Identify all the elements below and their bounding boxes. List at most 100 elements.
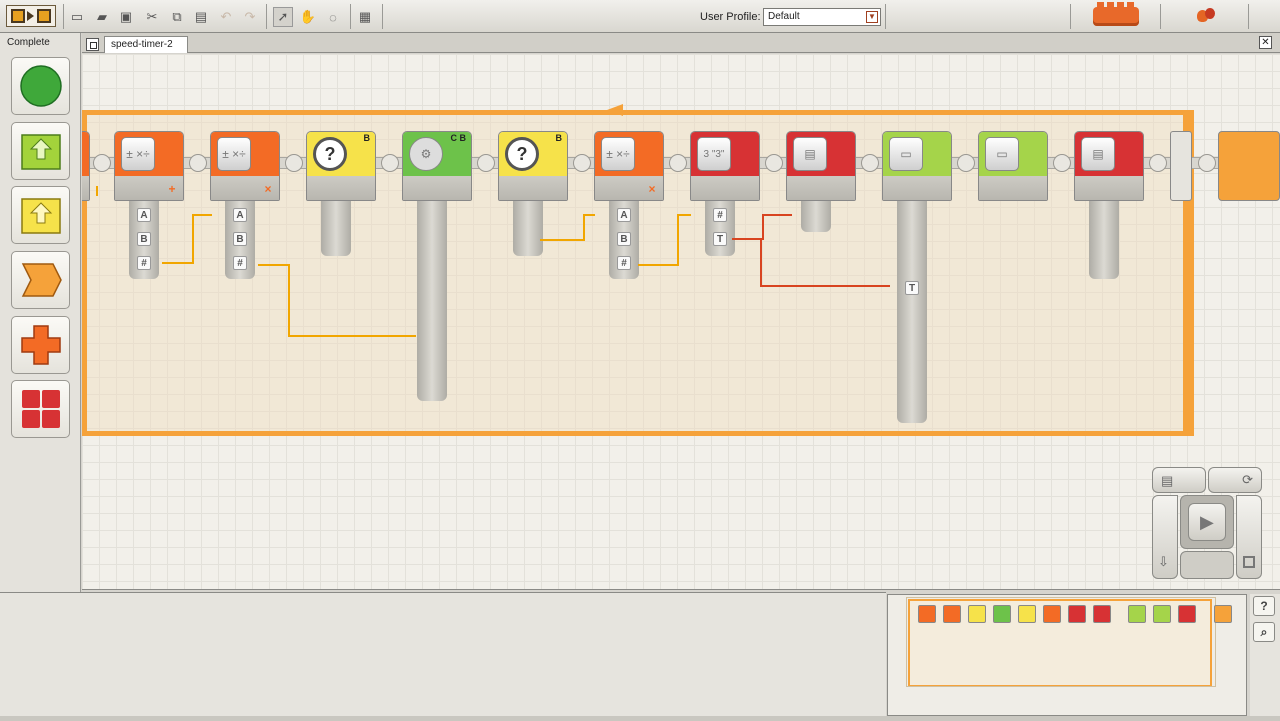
nxt-window-button[interactable]: ▤	[1152, 467, 1206, 493]
tab-speed-timer-2[interactable]: speed-timer-2	[104, 36, 188, 53]
new-file-icon[interactable]: ▭	[67, 7, 87, 27]
program-canvas[interactable]: ± ×÷ + A B # ± ×÷ × A B # ? B ⚙ C B ? B …	[82, 54, 1280, 590]
help-button[interactable]: ?	[1253, 596, 1275, 616]
port-label: B	[555, 133, 563, 143]
save-icon[interactable]: ▣	[116, 7, 136, 27]
program-overview-map[interactable]	[887, 594, 1247, 716]
text-wire[interactable]	[762, 214, 792, 216]
toolbar-divider	[266, 4, 267, 29]
download-and-run-button[interactable]: ▶	[1188, 503, 1226, 541]
comment-tool-icon[interactable]: ◌	[323, 7, 343, 27]
motor-data-hub[interactable]	[417, 201, 447, 401]
pan-tool-icon[interactable]: ✋	[298, 7, 318, 27]
data-wire[interactable]	[677, 214, 679, 266]
data-wire[interactable]	[583, 214, 585, 241]
file-data-hub[interactable]	[801, 201, 831, 232]
text-wire[interactable]	[732, 238, 762, 240]
display-block[interactable]: ▭	[882, 131, 952, 201]
undo-icon[interactable]: ↶	[216, 7, 236, 27]
file-data-hub[interactable]	[1089, 201, 1119, 279]
data-wire[interactable]	[638, 264, 678, 266]
overview-block	[1128, 605, 1146, 623]
file-access-block[interactable]: ▤	[1074, 131, 1144, 201]
download-icon: ⇩	[1158, 554, 1169, 569]
display-data-hub[interactable]	[897, 201, 927, 423]
data-wire[interactable]	[258, 264, 288, 266]
advanced-blocks-category[interactable]	[11, 380, 70, 438]
sensor-data-hub[interactable]	[321, 201, 351, 256]
home-tab-icon[interactable]	[86, 38, 99, 51]
gear-icon: ⚙	[409, 137, 443, 171]
custom-palette-icon[interactable]: ▦	[355, 7, 375, 27]
beam-connector	[477, 154, 495, 172]
open-folder-icon[interactable]: ▰	[92, 7, 112, 27]
nxt-window-icon: ▤	[1161, 473, 1174, 488]
input-a-icon: A	[137, 208, 151, 222]
data-wire[interactable]	[96, 186, 98, 196]
zoom-magnifier-icon[interactable]: ⌕	[1253, 622, 1275, 642]
cut-icon[interactable]: ✂	[142, 7, 162, 27]
text-wire[interactable]	[762, 214, 764, 240]
beam-connector	[189, 154, 207, 172]
grid-icon	[21, 390, 60, 428]
math-block-partial[interactable]	[82, 131, 90, 201]
overview-block	[993, 605, 1011, 623]
result-number-icon: #	[233, 256, 247, 270]
input-b-icon: B	[233, 232, 247, 246]
overview-block	[1214, 605, 1232, 623]
loop-end-block[interactable]	[1170, 131, 1192, 201]
overview-block	[1093, 605, 1111, 623]
data-wire[interactable]	[288, 264, 290, 336]
toolbar-divider	[1248, 4, 1249, 29]
display-block[interactable]: ▭	[978, 131, 1048, 201]
wait-block-partial[interactable]	[1218, 131, 1280, 201]
multiply-icon: ×	[648, 182, 656, 196]
math-icon: ± ×÷	[121, 137, 155, 171]
toolbar-divider	[63, 4, 64, 29]
toolbar-divider	[382, 4, 383, 29]
copy-icon[interactable]: ⧉	[167, 7, 187, 27]
close-icon[interactable]: ✕	[1259, 36, 1272, 49]
data-wire[interactable]	[192, 214, 194, 264]
input-a-icon: A	[233, 208, 247, 222]
mindstorms-logo[interactable]	[6, 5, 56, 27]
overview-block	[1068, 605, 1086, 623]
math-block[interactable]: ± ×÷ ×	[210, 131, 280, 201]
common-blocks-category[interactable]	[11, 57, 70, 115]
data-wire[interactable]	[192, 214, 212, 216]
rotation-sensor-block[interactable]: ? B	[306, 131, 376, 201]
data-wire[interactable]	[677, 214, 691, 216]
action-blocks-category[interactable]	[11, 122, 70, 180]
sensor-data-hub[interactable]	[513, 201, 543, 256]
download-button[interactable]: ⇩	[1152, 495, 1178, 579]
text-wire[interactable]	[760, 238, 762, 286]
file-icon: ▤	[1081, 137, 1115, 171]
data-wire[interactable]	[162, 262, 194, 264]
data-wire[interactable]	[288, 335, 416, 337]
port-label: C B	[450, 133, 467, 143]
user-profile-select[interactable]: Default ▼	[763, 8, 881, 26]
flow-blocks-category[interactable]	[11, 251, 70, 309]
rotation-sensor-block[interactable]: ? B	[498, 131, 568, 201]
redo-icon[interactable]: ↷	[240, 7, 260, 27]
stop-button[interactable]	[1236, 495, 1262, 579]
chevron-down-icon[interactable]: ▼	[866, 11, 878, 23]
nxt-brick-icon[interactable]	[1093, 2, 1139, 26]
beam-connector	[1149, 154, 1167, 172]
math-block[interactable]: ± ×÷ ×	[594, 131, 664, 201]
data-wire[interactable]	[583, 214, 595, 216]
help-question-label: ?	[1260, 599, 1268, 613]
file-access-block[interactable]: ▤	[786, 131, 856, 201]
data-blocks-category[interactable]	[11, 316, 70, 374]
pointer-tool-icon[interactable]: ➚	[273, 7, 293, 27]
download-and-run-selected-button[interactable]: ⟳	[1208, 467, 1262, 493]
text-wire[interactable]	[760, 285, 890, 287]
community-icon[interactable]	[1195, 8, 1217, 26]
paste-icon[interactable]: ▤	[191, 7, 211, 27]
number-to-text-block[interactable]: 3 "3"	[690, 131, 760, 201]
sensor-blocks-category[interactable]	[11, 186, 70, 244]
math-block[interactable]: ± ×÷ +	[114, 131, 184, 201]
block-properties-panel	[0, 592, 886, 721]
data-wire[interactable]	[540, 239, 584, 241]
motor-block[interactable]: ⚙ C B	[402, 131, 472, 201]
